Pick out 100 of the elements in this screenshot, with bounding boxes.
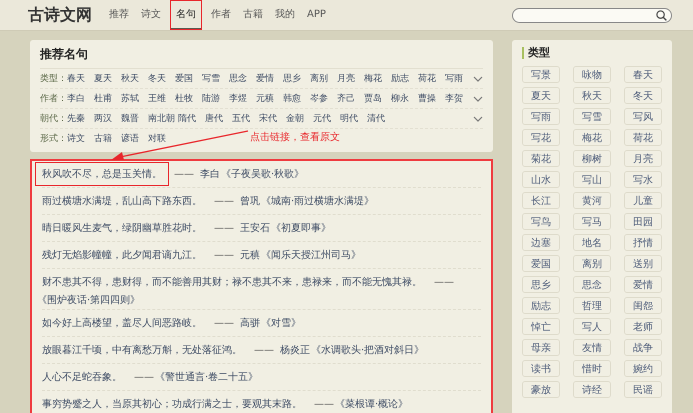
filter-link[interactable]: 元稹 <box>256 92 283 105</box>
filter-link[interactable]: 梅花 <box>364 72 391 85</box>
filter-link[interactable]: 荷花 <box>418 72 445 85</box>
filter-link[interactable]: 五代 <box>232 112 259 125</box>
filter-link[interactable]: 李白 <box>67 92 94 105</box>
author-link[interactable]: 杨炎正 <box>280 343 310 357</box>
tag-link[interactable]: 战争 <box>624 339 662 356</box>
tag-link[interactable]: 写景 <box>522 66 560 83</box>
tag-link[interactable]: 豪放 <box>522 381 560 398</box>
source-link[interactable]: 《围炉夜话·第四四则》 <box>37 293 140 307</box>
tag-link[interactable]: 老师 <box>624 318 662 335</box>
filter-link[interactable]: 曹操 <box>418 92 445 105</box>
nav-tab[interactable]: APP <box>304 0 329 30</box>
filter-link[interactable]: 爱国 <box>175 72 202 85</box>
tag-link[interactable]: 写风 <box>624 108 662 125</box>
author-link[interactable]: 王安石 <box>240 221 270 235</box>
filter-link[interactable]: 王维 <box>148 92 175 105</box>
tag-link[interactable]: 爱国 <box>522 255 560 272</box>
filter-link[interactable]: 思念 <box>229 72 256 85</box>
filter-link[interactable]: 贾岛 <box>364 92 391 105</box>
tag-link[interactable]: 写鸟 <box>522 213 560 230</box>
filter-link[interactable]: 魏晋 <box>121 112 148 125</box>
filter-link[interactable]: 月亮 <box>337 72 364 85</box>
tag-link[interactable]: 写山 <box>573 171 611 188</box>
tag-link[interactable]: 思念 <box>573 276 611 293</box>
quote-link[interactable]: 秋风吹不尽，总是玉关情。 <box>36 163 168 185</box>
tag-link[interactable]: 送别 <box>624 255 662 272</box>
source-link[interactable]: 《初夏即事》 <box>271 221 331 235</box>
chevron-down-icon[interactable] <box>473 116 483 122</box>
filter-link[interactable]: 金朝 <box>286 112 313 125</box>
filter-link[interactable]: 秋天 <box>121 72 148 85</box>
tag-link[interactable]: 写人 <box>573 318 611 335</box>
filter-link[interactable]: 对联 <box>148 132 175 145</box>
filter-link[interactable]: 陆游 <box>202 92 229 105</box>
tag-link[interactable]: 地名 <box>573 234 611 251</box>
filter-link[interactable]: 爱情 <box>256 72 283 85</box>
chevron-down-icon[interactable] <box>473 76 483 82</box>
tag-link[interactable]: 写花 <box>522 129 560 146</box>
filter-link[interactable]: 先秦 <box>67 112 94 125</box>
filter-link[interactable]: 苏轼 <box>121 92 148 105</box>
source-link[interactable]: 《子夜吴歌·秋歌》 <box>221 167 304 181</box>
filter-link[interactable]: 清代 <box>367 112 394 125</box>
quote-link[interactable]: 事穷势蹙之人，当原其初心；功成行满之士，要观其末路。 <box>36 393 308 413</box>
tag-link[interactable]: 悼亡 <box>522 318 560 335</box>
source-link[interactable]: 《菜根谭·概论》 <box>335 397 408 411</box>
filter-link[interactable]: 写雪 <box>202 72 229 85</box>
source-link[interactable]: 《水调歌头·把酒对斜日》 <box>311 343 424 357</box>
filter-link[interactable]: 励志 <box>391 72 418 85</box>
tag-link[interactable]: 诗经 <box>573 381 611 398</box>
tag-link[interactable]: 夏天 <box>522 87 560 104</box>
filter-link[interactable]: 春天 <box>67 72 94 85</box>
filter-link[interactable]: 李煜 <box>229 92 256 105</box>
source-link[interactable]: 《城南·雨过横塘水满堤》 <box>261 194 374 208</box>
filter-link[interactable]: 柳永 <box>391 92 418 105</box>
tag-link[interactable]: 田园 <box>624 213 662 230</box>
tag-link[interactable]: 春天 <box>624 66 662 83</box>
author-link[interactable]: 元稹 <box>240 248 260 262</box>
tag-link[interactable]: 读书 <box>522 360 560 377</box>
tag-link[interactable]: 哲理 <box>573 297 611 314</box>
author-link[interactable]: 李白 <box>200 167 220 181</box>
filter-link[interactable]: 宋代 <box>259 112 286 125</box>
filter-link[interactable]: 韩愈 <box>283 92 310 105</box>
tag-link[interactable]: 秋天 <box>573 87 611 104</box>
tag-link[interactable]: 荷花 <box>624 129 662 146</box>
nav-tab[interactable]: 诗文 <box>138 0 164 30</box>
tag-link[interactable]: 咏物 <box>573 66 611 83</box>
search-field[interactable] <box>512 8 672 22</box>
tag-link[interactable]: 惜时 <box>573 360 611 377</box>
tag-link[interactable]: 柳树 <box>573 150 611 167</box>
tag-link[interactable]: 山水 <box>522 171 560 188</box>
filter-link[interactable]: 谚语 <box>121 132 148 145</box>
quote-link[interactable]: 财不患其不得，患财得，而不能善用其财；禄不患其不来，患禄来，而不能无愧其禄。 <box>36 271 428 293</box>
tag-link[interactable]: 冬天 <box>624 87 662 104</box>
tag-link[interactable]: 写雨 <box>522 108 560 125</box>
filter-link[interactable]: 李贺 <box>445 92 472 105</box>
tag-link[interactable]: 离别 <box>573 255 611 272</box>
tag-link[interactable]: 婉约 <box>624 360 662 377</box>
tag-link[interactable]: 写马 <box>573 213 611 230</box>
tag-link[interactable]: 儿童 <box>624 192 662 209</box>
source-link[interactable]: 《闻乐天授江州司马》 <box>261 248 361 262</box>
search-icon[interactable] <box>656 10 667 20</box>
author-link[interactable]: 高骈 <box>240 316 260 330</box>
tag-link[interactable]: 励志 <box>522 297 560 314</box>
tag-link[interactable]: 爱情 <box>624 276 662 293</box>
tag-link[interactable]: 思乡 <box>522 276 560 293</box>
tag-link[interactable]: 友情 <box>573 339 611 356</box>
tag-link[interactable]: 母亲 <box>522 339 560 356</box>
tag-link[interactable]: 边塞 <box>522 234 560 251</box>
site-logo[interactable]: 古诗文网 <box>28 4 92 26</box>
filter-link[interactable]: 唐代 <box>205 112 232 125</box>
filter-link[interactable]: 南北朝 <box>148 112 178 125</box>
tag-link[interactable]: 闺怨 <box>624 297 662 314</box>
filter-link[interactable]: 写雨 <box>445 72 472 85</box>
quote-link[interactable]: 晴日暖风生麦气，绿阴幽草胜花时。 <box>36 217 208 239</box>
nav-tab[interactable]: 推荐 <box>106 0 132 30</box>
filter-link[interactable]: 夏天 <box>94 72 121 85</box>
filter-link[interactable]: 明代 <box>340 112 367 125</box>
quote-link[interactable]: 雨过横塘水满堤，乱山高下路东西。 <box>36 190 208 212</box>
filter-link[interactable]: 隋代 <box>178 112 205 125</box>
filter-link[interactable]: 思乡 <box>283 72 310 85</box>
